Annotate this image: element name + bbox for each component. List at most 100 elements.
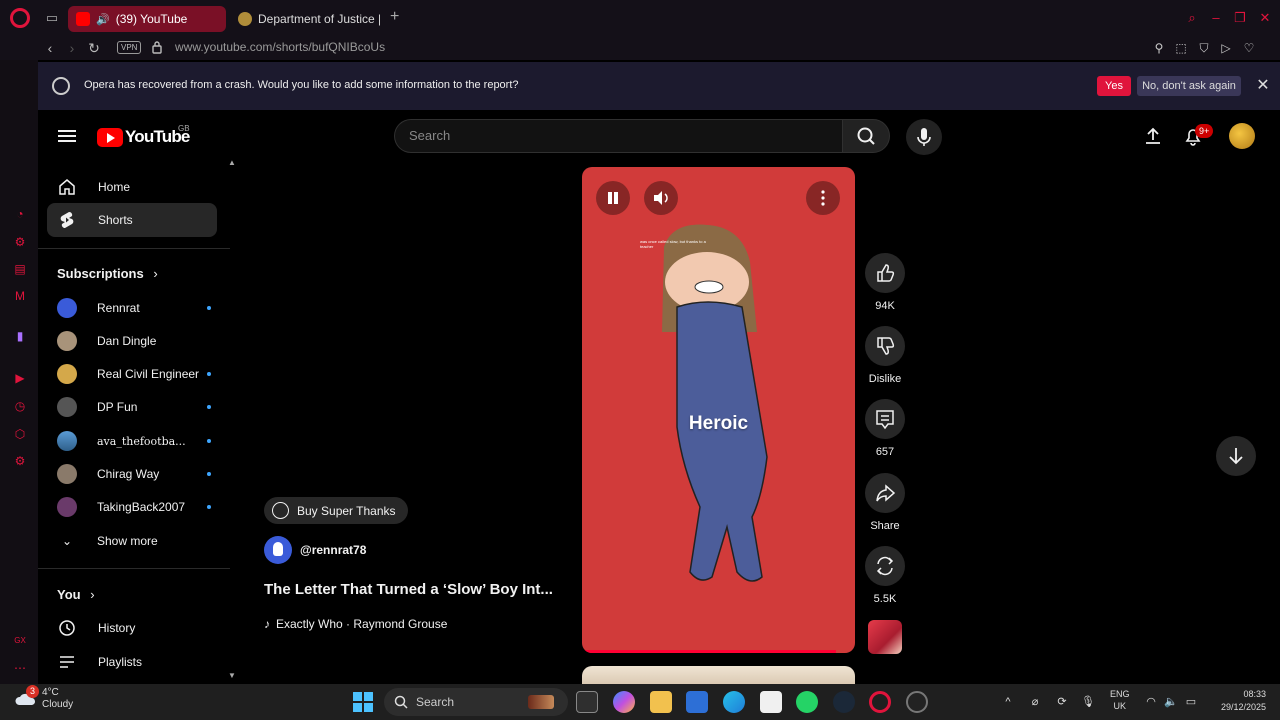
microphone-tray-icon[interactable]: 🎙	[1080, 694, 1096, 710]
sidebar-item-home[interactable]: Home	[47, 170, 217, 204]
comments-button[interactable]	[865, 399, 905, 439]
tab-doj[interactable]: Department of Justice | Ep	[230, 6, 380, 32]
music-link[interactable]: ♪ Exactly Who · Raymond Grouse	[264, 617, 447, 631]
edge-icon[interactable]	[723, 691, 745, 713]
wifi-icon[interactable]: ◠	[1143, 694, 1159, 710]
sidebar-item-chirag-way[interactable]: Chirag Way	[47, 458, 217, 490]
meet-now-icon[interactable]: ⌀	[1027, 694, 1043, 710]
sidebar-item-history[interactable]: History	[47, 611, 217, 645]
steam-icon[interactable]	[833, 691, 855, 713]
settings-icon[interactable]: ⚙	[12, 453, 28, 469]
opera-sidebar: ◔ ⚙ ▤ M ▮ ▶ ◷ ⬡ ⚙ GX ⋯	[0, 60, 38, 684]
windows-start-icon[interactable]	[352, 691, 374, 713]
dislike-action[interactable]: Dislike	[864, 326, 906, 385]
twitch-icon[interactable]: ▮	[12, 328, 28, 344]
restore-icon[interactable]: ❐	[1232, 10, 1248, 26]
system-clock[interactable]: 08:33 29/12/2025	[1216, 688, 1266, 714]
snipping-tool-icon[interactable]	[760, 691, 782, 713]
github-desktop-icon[interactable]	[906, 691, 928, 713]
cube-icon[interactable]: ⬡	[12, 426, 28, 442]
dislike-button[interactable]	[865, 326, 905, 366]
task-view-icon[interactable]	[576, 691, 598, 713]
messenger-icon[interactable]: M	[12, 288, 28, 304]
file-explorer-icon[interactable]	[650, 691, 672, 713]
snapshot-icon[interactable]: ⬚	[1173, 40, 1189, 56]
sync-icon[interactable]: ⟳	[1054, 694, 1070, 710]
store-icon[interactable]	[686, 691, 708, 713]
hamburger-menu-icon[interactable]	[58, 127, 76, 145]
sidebar-item-dan-dingle[interactable]: Dan Dingle	[47, 325, 217, 357]
short-title[interactable]: The Letter That Turned a ‘Slow’ Boy Int.…	[264, 581, 568, 598]
sidebar-item-takingback2007[interactable]: TakingBack2007	[47, 491, 217, 523]
lock-icon[interactable]	[150, 40, 164, 54]
tab-youtube[interactable]: 🔊 (39) YouTube	[68, 6, 226, 32]
history-clock-icon[interactable]: ◷	[12, 398, 28, 414]
more-icon[interactable]: ⋯	[12, 660, 28, 676]
search-tabs-icon[interactable]: ⌕	[1184, 10, 1200, 26]
sidebar-item-playlists[interactable]: Playlists	[47, 645, 217, 679]
close-window-icon[interactable]: ✕	[1257, 10, 1273, 26]
video-progress-bar[interactable]	[582, 650, 836, 653]
upload-icon[interactable]	[1143, 126, 1163, 146]
crash-yes-button[interactable]: Yes	[1097, 76, 1131, 96]
extensions-icon[interactable]: ⚙	[12, 234, 28, 250]
pin-icon[interactable]: ⚲	[1151, 40, 1167, 56]
flow-send-icon[interactable]: ▷	[1218, 40, 1234, 56]
bookmark-heart-icon[interactable]: ♡	[1241, 40, 1257, 56]
opera-gx-taskbar-icon[interactable]	[869, 691, 891, 713]
copilot-icon[interactable]	[613, 691, 635, 713]
vpn-badge[interactable]: VPN	[117, 41, 142, 54]
weather-widget[interactable]: 3 4°C Cloudy	[14, 685, 73, 711]
adblock-shield-icon[interactable]: ⛉	[1196, 40, 1212, 56]
sound-thumbnail[interactable]	[868, 620, 902, 654]
video-overlay-text: Heroic	[688, 413, 749, 434]
like-action[interactable]: 94K	[864, 253, 906, 312]
search-button[interactable]	[842, 119, 890, 153]
next-short-button[interactable]	[1216, 436, 1256, 476]
volume-tray-icon[interactable]: 🔈	[1163, 694, 1179, 710]
you-heading[interactable]: You ›	[57, 587, 95, 602]
close-icon[interactable]: ✕	[1256, 76, 1270, 96]
taskbar-search[interactable]: Search	[384, 688, 568, 716]
new-tab-icon[interactable]: +	[390, 9, 404, 25]
super-thanks-button[interactable]: Buy Super Thanks	[264, 497, 408, 524]
minimize-icon[interactable]: –	[1208, 10, 1224, 26]
crash-no-button[interactable]: No, don't ask again	[1137, 76, 1241, 96]
sidebar-item-dp-fun[interactable]: DP Fun	[47, 391, 217, 423]
battery-icon[interactable]: ▭	[1183, 694, 1199, 710]
like-button[interactable]	[865, 253, 905, 293]
scroll-down-icon[interactable]: ▼	[228, 671, 236, 680]
sidebar-item-real-civil-engineer[interactable]: Real Civil Engineer	[47, 358, 217, 390]
voice-search-button[interactable]	[906, 119, 942, 155]
comments-action[interactable]: 657	[864, 399, 906, 458]
share-action[interactable]: Share	[864, 473, 906, 532]
url-input[interactable]: www.youtube.com/shorts/bufQNIBcoUs	[175, 40, 385, 54]
speaker-icon[interactable]: 🔊	[96, 13, 110, 26]
short-video-player[interactable]: was once called slow, but thanks to a te…	[582, 167, 855, 653]
player-icon[interactable]: ▤	[12, 261, 28, 277]
tab-menu-icon[interactable]: ▭	[44, 10, 60, 26]
subscriptions-heading[interactable]: Subscriptions ›	[57, 266, 158, 281]
youtube-logo[interactable]: YouTube	[97, 127, 190, 147]
next-short-preview[interactable]	[582, 666, 855, 686]
back-icon[interactable]: ‹	[41, 39, 59, 57]
forward-icon[interactable]: ›	[63, 39, 81, 57]
sidebar-item-rennrat[interactable]: Rennrat	[47, 292, 217, 324]
remix-button[interactable]	[865, 546, 905, 586]
aria-icon[interactable]: ◔	[12, 206, 28, 222]
sidebar-item-shorts[interactable]: Shorts	[47, 203, 217, 237]
opera-logo-icon[interactable]	[10, 8, 30, 28]
account-avatar[interactable]	[1229, 123, 1255, 149]
tray-overflow-icon[interactable]: ^	[1000, 694, 1016, 710]
gx-icon[interactable]: GX	[12, 633, 28, 649]
show-more-button[interactable]: ⌄ Show more	[47, 525, 217, 557]
remix-action[interactable]: 5.5K	[864, 546, 906, 605]
reload-icon[interactable]: ↻	[85, 39, 103, 57]
play-circle-icon[interactable]: ▶	[12, 370, 28, 386]
sidebar-item-ava-thefootba[interactable]: ava_thefootba...	[47, 425, 217, 457]
channel-link[interactable]: @rennrat78	[264, 536, 366, 564]
language-indicator[interactable]: ENG UK	[1110, 688, 1130, 712]
whatsapp-icon[interactable]	[796, 691, 818, 713]
share-button[interactable]	[865, 473, 905, 513]
search-input[interactable]: Search	[394, 119, 842, 153]
